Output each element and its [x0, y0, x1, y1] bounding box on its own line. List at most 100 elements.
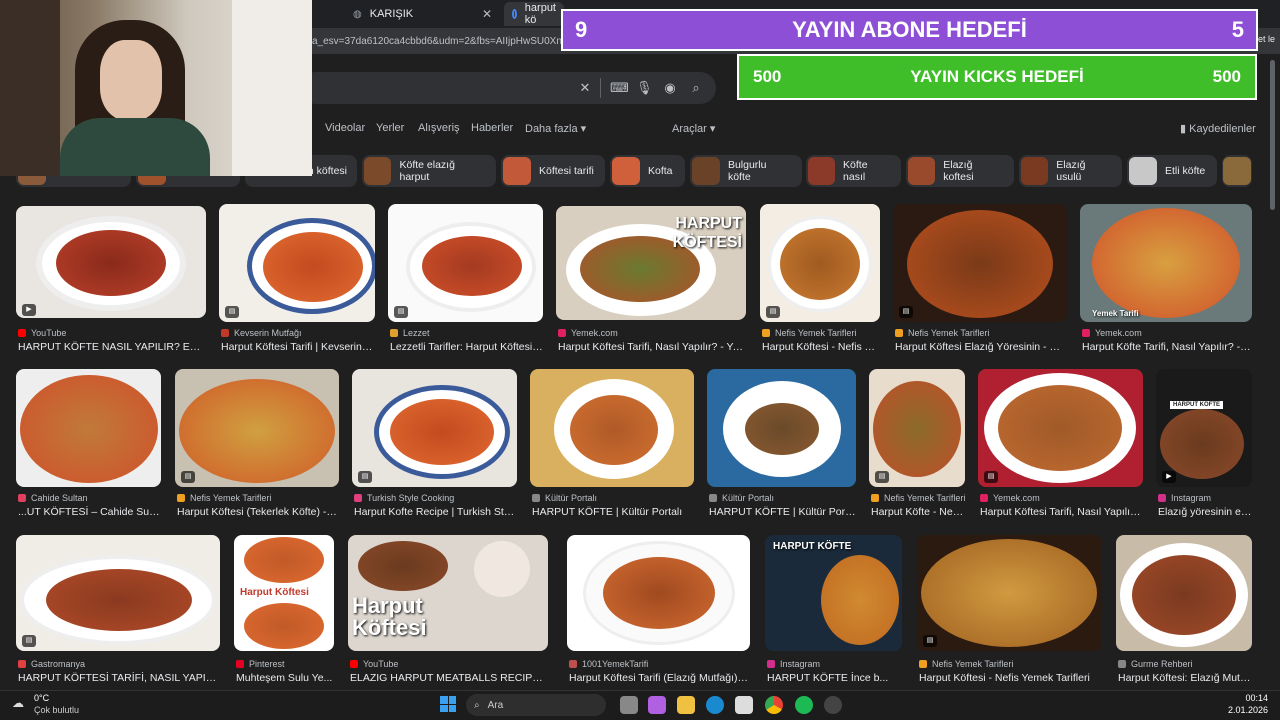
- result-title[interactable]: HARPUT KÖFTE | Kültür Portalı: [532, 506, 694, 518]
- close-icon[interactable]: ✕: [482, 7, 492, 21]
- chip-etli-kofte[interactable]: Etli köfte: [1127, 155, 1217, 187]
- keyboard-icon[interactable]: ⌨: [610, 80, 629, 96]
- search-input[interactable]: ✕ ⌨ 🎙 ◉ ⌕: [300, 72, 716, 104]
- result-source: Kevserin Mutfağı: [221, 328, 302, 338]
- copilot-icon[interactable]: [648, 696, 666, 714]
- result-title[interactable]: Harput Köftesi Tarifi (Elazığ Mutfağı)-1…: [569, 672, 750, 684]
- image-result[interactable]: ▤ Nefis Yemek Tarifleri Harput Köftesi (…: [175, 369, 339, 521]
- result-title[interactable]: Harput Köftesi (Tekerlek Köfte) - N...: [177, 506, 339, 518]
- image-result[interactable]: Kültür Portalı HARPUT KÖFTE | Kültür Por…: [707, 369, 856, 521]
- image-result[interactable]: ▤ Nefis Yemek Tarifleri Harput Köftesi E…: [893, 204, 1067, 356]
- chip-label: Elazığ koftesi: [943, 159, 974, 183]
- chip-partial-end[interactable]: [1222, 155, 1252, 187]
- edge-icon[interactable]: [706, 696, 724, 714]
- result-image: [16, 206, 206, 318]
- result-title[interactable]: ELAZIG HARPUT MEATBALLS RECIPE | L...: [350, 672, 548, 684]
- image-result[interactable]: ▤ Gastromanya HARPUT KÖFTESİ TARİFİ, NAS…: [16, 535, 220, 685]
- result-image: Yemek Tarifi: [1080, 204, 1252, 322]
- tools-button[interactable]: Araçlar ▾: [672, 122, 715, 135]
- result-title[interactable]: Lezzetli Tarifler: Harput Köftesi | ...: [390, 341, 543, 353]
- result-title[interactable]: Harput Köftesi: Elazığ Mutfa...: [1118, 672, 1252, 684]
- file-explorer-icon[interactable]: [677, 696, 695, 714]
- image-result[interactable]: ▤ Nefis Yemek Tarifleri Harput Köftesi -…: [760, 204, 880, 356]
- result-title[interactable]: HARPUT KÖFTE | Kültür Portalı: [709, 506, 856, 518]
- obs-icon[interactable]: [824, 696, 842, 714]
- search-icon[interactable]: ⌕: [688, 80, 704, 96]
- store-icon[interactable]: [735, 696, 753, 714]
- result-title[interactable]: Harput Köftesi Tarifi | Kevserin M...: [221, 341, 375, 353]
- image-result[interactable]: Harput Köftesi YouTube ELAZIG HARPUT MEA…: [348, 535, 548, 685]
- image-result[interactable]: HARPUT KÖFTESİ Yemek.com Harput Köftesi …: [556, 206, 746, 356]
- image-result[interactable]: ▤ Nefis Yemek Tarifleri Harput Köfte - N…: [869, 369, 965, 521]
- chip-koftesi-tarifi[interactable]: Köftesi tarifi: [501, 155, 605, 187]
- image-result[interactable]: Cahide Sultan ...UT KÖFTESİ – Cahide Sul…: [16, 369, 161, 521]
- windows-start-icon[interactable]: [440, 696, 456, 712]
- filter-videos[interactable]: Videolar: [325, 122, 365, 134]
- result-source: Kültür Portalı: [532, 493, 597, 503]
- image-result[interactable]: HARPUT KÖFTE Instagram HARPUT KÖFTE İnce…: [765, 535, 902, 685]
- image-result[interactable]: Yemek Tarifi Yemek.com Harput Köfte Tari…: [1080, 204, 1252, 356]
- image-badge-icon: ▤: [875, 471, 889, 483]
- result-source: Nefis Yemek Tarifleri: [919, 659, 1013, 669]
- result-title[interactable]: Elazığ yöresinin ef...: [1158, 506, 1252, 518]
- clear-icon[interactable]: ✕: [577, 80, 593, 96]
- result-title[interactable]: Harput Köfte Tarifi, Nasıl Yapılır? - Y.…: [1082, 341, 1252, 353]
- result-image: [388, 204, 543, 322]
- result-title[interactable]: Muhteşem Sulu Ye...: [236, 672, 334, 684]
- chip-bulgurlu-kofte[interactable]: Bulgurlu köfte: [690, 155, 802, 187]
- chip-kofte-nasil[interactable]: Köfte nasıl: [806, 155, 901, 187]
- tab-karisik[interactable]: ◍ KARIŞIK ✕: [345, 2, 500, 26]
- chip-kofta[interactable]: Kofta: [610, 155, 685, 187]
- chip-elazig-koftesi[interactable]: Elazığ koftesi: [906, 155, 1014, 187]
- result-title[interactable]: HARPUT KÖFTESİ TARİFİ, NASIL YAPILIR...: [18, 672, 220, 684]
- image-result[interactable]: ▤ Lezzet Lezzetli Tarifler: Harput Köfte…: [388, 204, 543, 356]
- result-title[interactable]: Harput Köftesi Tarifi, Nasıl Yapılır? - …: [558, 341, 746, 353]
- image-result[interactable]: Kültür Portalı HARPUT KÖFTE | Kültür Por…: [530, 369, 694, 521]
- taskbar-search[interactable]: ⌕ Ara: [466, 694, 606, 716]
- result-title[interactable]: Harput Köftesi Tarifi, Nasıl Yapılır? ..…: [980, 506, 1143, 518]
- result-title[interactable]: Harput Köfte - Nefi...: [871, 506, 965, 518]
- bookmark-label[interactable]: et le: [1258, 34, 1275, 44]
- chip-elazig-usulu[interactable]: Elazığ usulü: [1019, 155, 1122, 187]
- filter-places[interactable]: Yerler: [376, 122, 404, 134]
- chip-kofte-elazig-harput[interactable]: Köfte elazığ harput: [362, 155, 496, 187]
- image-result[interactable]: ▶ YouTube HARPUT KÖFTE NASIL YAPILIR? EL…: [16, 206, 206, 356]
- image-result[interactable]: Gurme Rehberi Harput Köftesi: Elazığ Mut…: [1116, 535, 1252, 685]
- result-image: [16, 535, 220, 651]
- saved-button[interactable]: ▮ Kaydedilenler: [1180, 122, 1256, 135]
- weather-temp[interactable]: 0°C: [34, 693, 49, 703]
- filter-more[interactable]: Daha fazla ▾: [525, 122, 586, 135]
- image-result[interactable]: Harput Köftesi Pinterest Muhteşem Sulu Y…: [234, 535, 334, 685]
- microphone-icon[interactable]: 🎙: [636, 80, 653, 96]
- image-result[interactable]: HARPUT KÖFTE ▶ Instagram Elazığ yöresini…: [1156, 369, 1252, 521]
- overlay-text: Harput Köftesi: [240, 587, 309, 598]
- goal-target: 500: [1212, 67, 1241, 86]
- result-title[interactable]: Harput Köftesi - Nefis Ye...: [762, 341, 880, 353]
- image-result[interactable]: ▤ Yemek.com Harput Köftesi Tarifi, Nasıl…: [978, 369, 1143, 521]
- result-title[interactable]: HARPUT KÖFTE NASIL YAPILIR? ELAZ...: [18, 341, 206, 353]
- filter-shopping[interactable]: Alışveriş: [418, 122, 460, 134]
- image-result[interactable]: ▤ Kevserin Mutfağı Harput Köftesi Tarifi…: [219, 204, 375, 356]
- spotify-icon[interactable]: [795, 696, 813, 714]
- image-result[interactable]: 1001YemekTarifi Harput Köftesi Tarifi (E…: [567, 535, 750, 685]
- result-title[interactable]: Harput Köftesi Elazığ Yöresinin - Nef...: [895, 341, 1067, 353]
- image-result[interactable]: ▤ Nefis Yemek Tarifleri Harput Köftesi -…: [917, 535, 1102, 685]
- clock-time[interactable]: 00:14: [1210, 693, 1268, 703]
- weather-icon[interactable]: ☁: [12, 696, 24, 710]
- sweater: [60, 118, 210, 176]
- clock-date[interactable]: 2.01.2026: [1200, 705, 1268, 715]
- result-source: Kültür Portalı: [709, 493, 774, 503]
- result-title[interactable]: ...UT KÖFTESİ – Cahide Sultan: [18, 506, 161, 518]
- task-view-icon[interactable]: [620, 696, 638, 714]
- chip-label: Köfte nasıl: [843, 159, 868, 183]
- result-title[interactable]: HARPUT KÖFTE İnce b...: [767, 672, 902, 684]
- filter-news[interactable]: Haberler: [471, 122, 513, 134]
- weather-desc[interactable]: Çok bulutlu: [34, 705, 79, 715]
- chrome-icon[interactable]: [765, 696, 783, 714]
- image-result[interactable]: ▤ Turkish Style Cooking Harput Kofte Rec…: [352, 369, 517, 521]
- result-title[interactable]: Harput Köftesi - Nefis Yemek Tarifleri: [919, 672, 1102, 684]
- lens-icon[interactable]: ◉: [662, 80, 678, 96]
- result-title[interactable]: Harput Kofte Recipe | Turkish Styl...: [354, 506, 517, 518]
- scrollbar[interactable]: [1270, 60, 1275, 210]
- tab-harput[interactable]: harput kö: [504, 2, 564, 26]
